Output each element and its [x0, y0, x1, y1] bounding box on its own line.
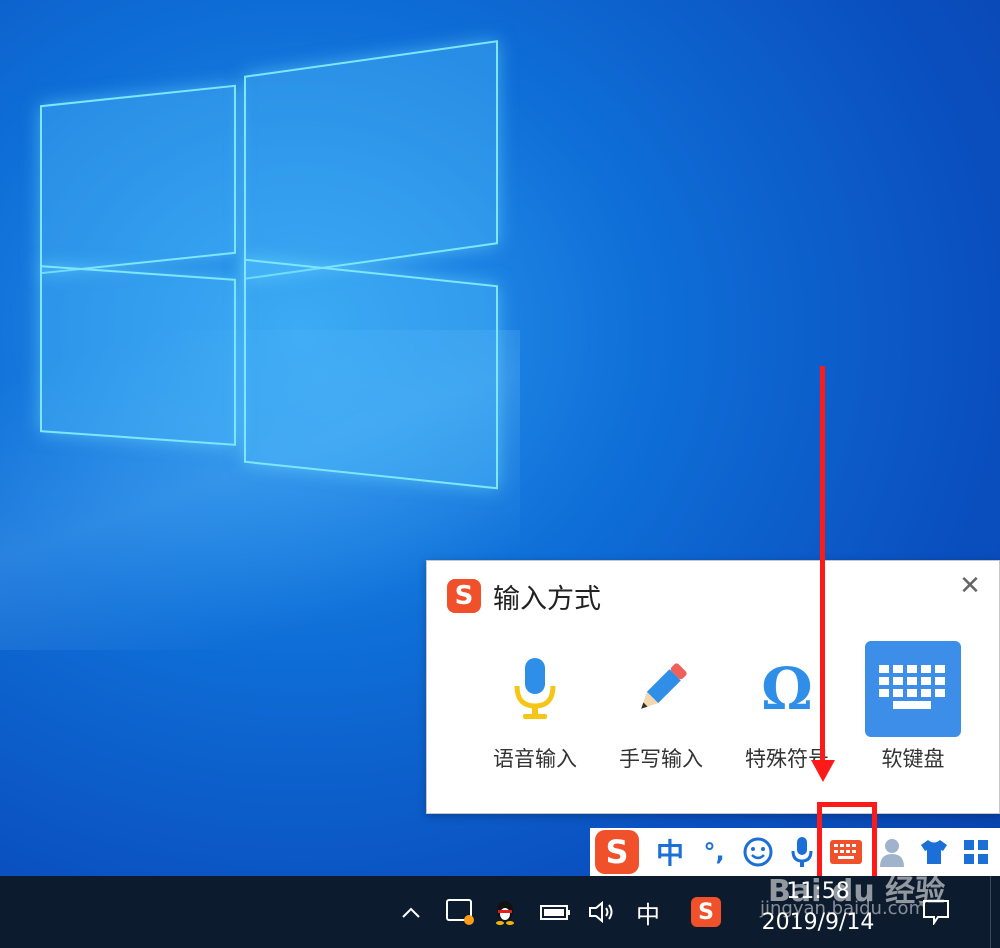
- show-desktop-button[interactable]: [990, 876, 1000, 948]
- popup-title: 输入方式: [493, 583, 601, 615]
- pencil-icon: [613, 641, 709, 737]
- windows-logo-pane-tl: [40, 84, 236, 275]
- sogou-logo-icon[interactable]: S: [590, 828, 644, 876]
- network-monitor-icon[interactable]: [442, 876, 478, 948]
- windows-logo-pane-br: [244, 258, 498, 490]
- annotation-arrow-head: [811, 760, 835, 782]
- close-button[interactable]: ✕: [955, 571, 985, 601]
- option-label: 语音输入: [493, 747, 577, 771]
- windows-logo-pane-tr: [244, 40, 498, 280]
- grid-icon[interactable]: [956, 828, 996, 876]
- baidu-watermark-url: jingyan.baidu.com: [760, 898, 927, 919]
- option-soft-keyboard[interactable]: 软键盘: [850, 641, 976, 781]
- ime-language-indicator[interactable]: 中: [630, 876, 666, 948]
- qq-penguin-icon[interactable]: [490, 876, 520, 948]
- option-label: 手写输入: [619, 747, 703, 771]
- battery-icon[interactable]: [536, 876, 576, 948]
- sogou-logo-icon: S: [447, 579, 481, 613]
- annotation-arrow-line: [820, 366, 825, 774]
- option-handwriting-input[interactable]: 手写输入: [598, 641, 724, 781]
- microphone-icon: [487, 641, 583, 737]
- input-method-popup: S 输入方式 ✕ 语音输入 手写输入 Ω 特殊符号 软键盘: [426, 560, 1000, 814]
- chevron-up-icon[interactable]: [396, 876, 426, 948]
- language-toggle[interactable]: 中: [650, 828, 690, 876]
- punctuation-toggle[interactable]: °,: [694, 828, 734, 876]
- volume-icon[interactable]: [584, 876, 620, 948]
- windows-logo-pane-bl: [40, 265, 236, 446]
- popup-header: S 输入方式: [447, 577, 601, 615]
- input-options: 语音输入 手写输入 Ω 特殊符号 软键盘: [472, 641, 976, 781]
- option-voice-input[interactable]: 语音输入: [472, 641, 598, 781]
- option-label: 软键盘: [881, 747, 945, 771]
- sogou-tray-icon[interactable]: S: [686, 876, 726, 948]
- keyboard-icon: [865, 641, 961, 737]
